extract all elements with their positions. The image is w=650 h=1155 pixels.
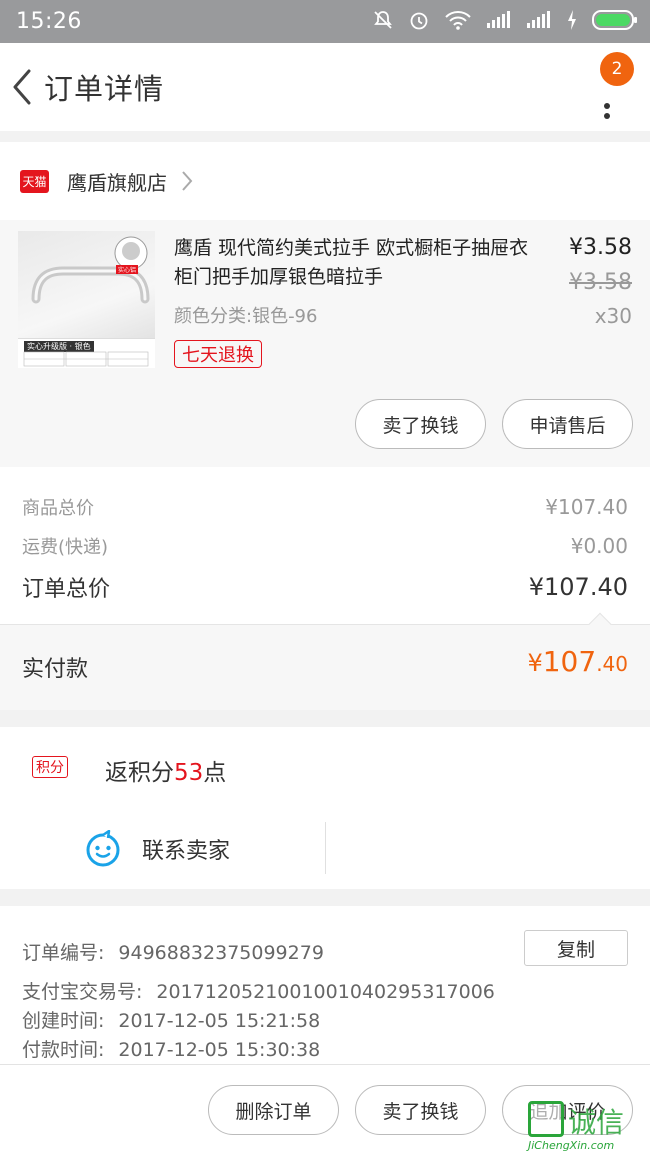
points-badge: 积分 — [32, 756, 68, 778]
sell-for-cash-button[interactable]: 卖了换钱 — [355, 1085, 486, 1135]
chat-icon — [86, 830, 120, 867]
paid-time-value: 2017-12-05 15:30:38 — [118, 1039, 321, 1061]
paid-time-label: 付款时间: — [22, 1039, 105, 1061]
status-time: 15:26 — [16, 9, 82, 34]
paid-label: 实付款 — [22, 657, 89, 682]
image-badge-label: 实心铝 — [116, 265, 139, 274]
signal-icon — [526, 10, 552, 33]
status-bar: 15:26 — [0, 0, 650, 43]
after-sales-button[interactable]: 申请售后 — [502, 399, 633, 449]
chevron-right-icon — [181, 170, 193, 192]
paid-value: ¥107.40 — [527, 645, 628, 678]
price-summary: 商品总价 ¥107.40 运费(快递) ¥0.00 订单总价 ¥107.40 — [0, 467, 650, 624]
points-text: 返积分53点 — [105, 760, 227, 786]
delete-order-button[interactable]: 删除订单 — [208, 1085, 339, 1135]
order-number-label: 订单编号: — [22, 942, 105, 964]
points-value: 53 — [174, 760, 204, 786]
created-time-row: 创建时间: 2017-12-05 15:21:58 — [22, 1006, 320, 1033]
order-info: 订单编号: 94968832375099279 复制 支付宝交易号: 2017120… — [0, 906, 650, 1064]
back-arrow-icon — [13, 69, 31, 105]
image-caption: 实心升级版 · 银色 — [18, 338, 155, 368]
goods-total-row: 商品总价 ¥107.40 — [22, 494, 628, 520]
charging-icon — [566, 9, 578, 35]
order-total-row: 订单总价 ¥107.40 — [22, 571, 628, 603]
product-original-price: ¥3.58 — [569, 270, 632, 295]
order-total-value: ¥107.40 — [528, 573, 628, 601]
page-title: 订单详情 — [44, 72, 165, 106]
shop-row[interactable]: 天猫 鹰盾旗舰店 — [0, 142, 650, 220]
goods-total-value: ¥107.40 — [545, 495, 628, 519]
paid-amount-row: 实付款 ¥107.40 — [0, 612, 650, 710]
alarm-icon — [408, 9, 430, 35]
paid-time-row: 付款时间: 2017-12-05 15:30:38 — [22, 1035, 320, 1062]
shipping-value: ¥0.00 — [570, 534, 628, 558]
signal-icon — [486, 10, 512, 33]
alipay-number-label: 支付宝交易号: — [22, 981, 143, 1003]
product-item[interactable]: 实心铝 实心升级版 · 银色 鹰盾 现代简约美式拉手 欧式橱柜子抽屉衣柜门把手加… — [0, 220, 650, 467]
points-contact-block: 积分 返积分53点 联系卖家 — [0, 727, 650, 889]
sell-for-cash-button[interactable]: 卖了换钱 — [355, 399, 486, 449]
battery-icon — [592, 9, 638, 35]
divider — [325, 822, 326, 874]
product-title[interactable]: 鹰盾 现代简约美式拉手 欧式橱柜子抽屉衣柜门把手加厚银色暗拉手 — [174, 234, 539, 292]
order-number-row: 订单编号: 94968832375099279 — [22, 938, 324, 965]
more-dots-icon — [604, 99, 610, 119]
order-total-label: 订单总价 — [22, 577, 111, 602]
alipay-number-row: 支付宝交易号: 2017120521001001040295317006 — [22, 977, 495, 1004]
status-icons — [372, 9, 638, 35]
watermark-site: JiChengXin.com — [528, 1139, 615, 1152]
product-price: ¥3.58 — [569, 235, 632, 260]
notification-badge[interactable]: 2 — [600, 52, 634, 86]
nav-bar: 订单详情 2 — [0, 43, 650, 131]
goods-total-label: 商品总价 — [22, 498, 94, 519]
created-time-value: 2017-12-05 15:21:58 — [118, 1010, 321, 1032]
product-spec: 颜色分类:银色-96 — [174, 306, 318, 327]
watermark-text: 诚信 — [568, 1106, 625, 1139]
mute-icon — [372, 9, 394, 35]
watermark: 诚信 JiChengXin.com — [528, 1101, 646, 1153]
tmall-icon: 天猫 — [20, 169, 49, 193]
watermark-logo-icon — [528, 1101, 564, 1137]
product-quantity: x30 — [594, 304, 632, 328]
contact-seller-label: 联系卖家 — [142, 839, 231, 864]
shipping-label: 运费(快递) — [22, 537, 109, 558]
wifi-icon — [444, 9, 472, 35]
copy-button[interactable]: 复制 — [524, 930, 628, 966]
alipay-number-value: 2017120521001001040295317006 — [156, 981, 495, 1003]
shop-name: 鹰盾旗舰店 — [67, 170, 167, 195]
product-image[interactable]: 实心铝 实心升级版 · 银色 — [18, 231, 155, 368]
back-button[interactable] — [2, 43, 42, 131]
contact-seller-button[interactable]: 联系卖家 — [84, 827, 230, 871]
return-policy-tag: 七天退换 — [174, 340, 262, 368]
created-time-label: 创建时间: — [22, 1010, 105, 1032]
shipping-row: 运费(快递) ¥0.00 — [22, 533, 628, 559]
order-number-value: 94968832375099279 — [118, 942, 324, 964]
